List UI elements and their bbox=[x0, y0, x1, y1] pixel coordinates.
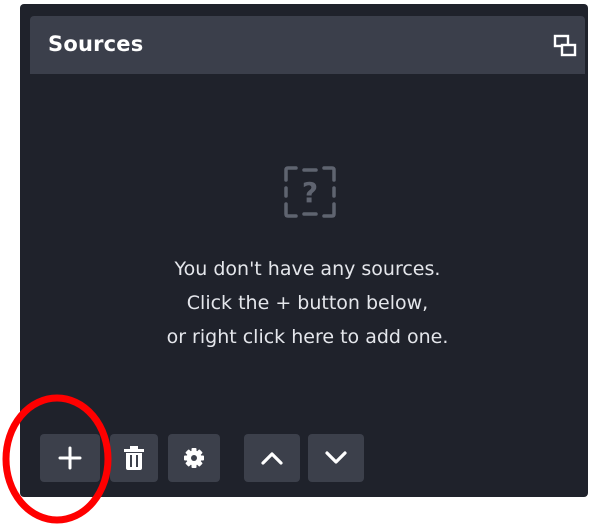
chevron-up-icon bbox=[261, 452, 283, 465]
screenshot-stage: Sources ? You don't have any sources. Cl… bbox=[0, 0, 590, 527]
empty-state-message[interactable]: You don't have any sources. Click the + … bbox=[30, 252, 585, 354]
empty-state-line: Click the + button below, bbox=[186, 292, 429, 314]
undock-icon[interactable] bbox=[553, 34, 577, 58]
sources-dock: Sources ? You don't have any sources. Cl… bbox=[20, 4, 588, 497]
gear-icon bbox=[184, 448, 204, 468]
empty-state-line: or right click here to add one. bbox=[166, 326, 449, 348]
dock-title: Sources bbox=[48, 32, 144, 56]
source-properties-button[interactable] bbox=[168, 434, 220, 482]
move-source-down-button[interactable] bbox=[308, 434, 364, 482]
svg-text:?: ? bbox=[302, 176, 318, 209]
remove-source-button[interactable] bbox=[110, 434, 158, 482]
empty-state-line: You don't have any sources. bbox=[174, 258, 441, 280]
question-mark-icon: ? bbox=[282, 164, 338, 220]
move-source-up-button[interactable] bbox=[244, 434, 300, 482]
add-source-button[interactable] bbox=[40, 434, 100, 482]
dock-header: Sources bbox=[30, 16, 585, 74]
plus-icon bbox=[58, 446, 82, 470]
trash-icon bbox=[124, 446, 144, 470]
chevron-down-icon bbox=[325, 451, 347, 464]
